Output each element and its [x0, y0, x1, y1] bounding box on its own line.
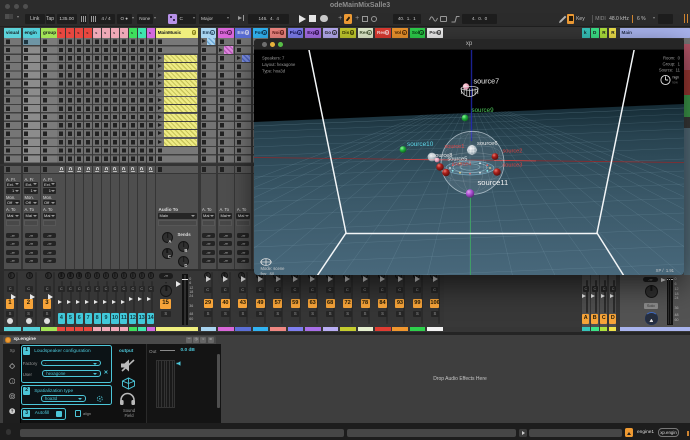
svg-text:source3: source3: [503, 163, 523, 169]
svg-text:source6: source6: [477, 141, 498, 147]
svg-text:low: low: [673, 81, 679, 85]
svg-text:XP / 1.91: XP / 1.91: [656, 268, 675, 273]
svg-text:Group: 1: Group: 1: [663, 62, 681, 67]
svg-text:source4: source4: [452, 162, 471, 168]
svg-text:fps: 60: fps: 60: [261, 272, 275, 276]
svg-text:Room: 0: Room: 0: [663, 56, 681, 61]
svg-text:i: i: [11, 379, 12, 384]
svg-text:source7: source7: [474, 77, 500, 86]
svg-text:Type: hoa3d: Type: hoa3d: [262, 69, 286, 74]
svg-text:high: high: [673, 76, 680, 80]
svg-text:source10: source10: [407, 141, 434, 148]
svg-text:Layout: hexagone: Layout: hexagone: [262, 62, 296, 67]
svg-text:Mode: scene: Mode: scene: [261, 266, 286, 271]
svg-text:?: ?: [11, 409, 14, 414]
svg-text:source9: source9: [472, 107, 495, 114]
svg-text:Speakers: 7: Speakers: 7: [262, 56, 285, 61]
svg-text:source2: source2: [503, 149, 523, 155]
svg-text:source11: source11: [478, 178, 509, 187]
svg-text:Source: 11: Source: 11: [659, 68, 681, 73]
svg-text:source1: source1: [445, 144, 465, 150]
